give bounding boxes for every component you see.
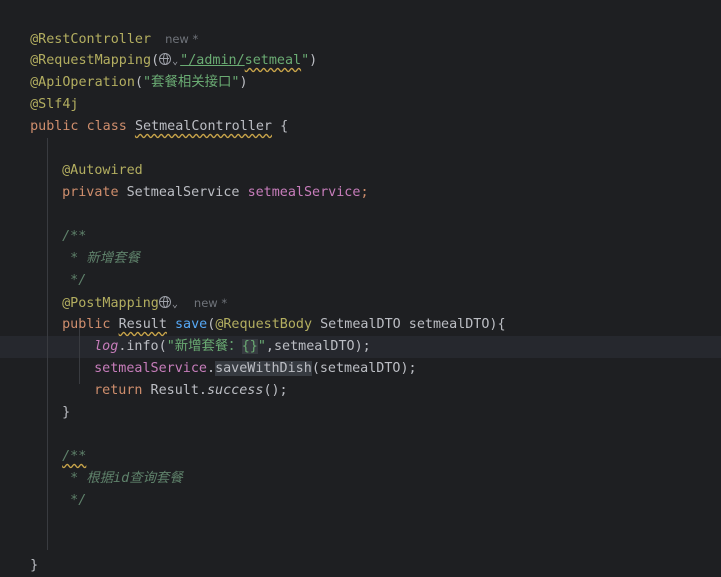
code-line[interactable]: * 新增套餐: [46, 226, 140, 266]
code-line[interactable]: /**: [46, 424, 86, 464]
code-line[interactable]: private SetmealService setmealService;: [46, 160, 368, 200]
javadoc-close: */: [62, 493, 87, 508]
service-args: (setmealDTO);: [311, 361, 417, 376]
success-method[interactable]: success: [207, 383, 263, 398]
code-line[interactable]: public class SetmealController {: [14, 94, 288, 134]
keyword-private: private: [62, 185, 119, 200]
return-expr: Result.: [142, 383, 207, 398]
code-line[interactable]: log.info("新增套餐：{}",setmealDTO);: [78, 314, 371, 354]
mapping-path-quote: ": [301, 53, 310, 68]
semicolon: ;: [360, 185, 369, 200]
field-name[interactable]: setmealService: [248, 185, 361, 200]
code-line[interactable]: @ApiOperation("套餐相关接口"): [14, 50, 247, 90]
code-line[interactable]: */: [46, 468, 86, 508]
keyword-return: return: [94, 383, 143, 398]
code-line[interactable]: setmealService.saveWithDish(setmealDTO);: [78, 336, 417, 376]
paren: (: [134, 75, 143, 90]
paren: ): [309, 53, 318, 68]
open-brace: {: [280, 119, 289, 134]
paren: ): [239, 75, 248, 90]
close-brace: }: [62, 405, 71, 420]
code-line[interactable]: @PostMapping ⌄ new *: [46, 270, 227, 311]
class-close-brace: }: [30, 558, 39, 573]
return-expr-end: ();: [263, 383, 288, 398]
class-name[interactable]: SetmealController: [135, 119, 272, 134]
keyword-public: public: [30, 119, 79, 134]
code-line[interactable]: /**: [46, 204, 86, 244]
api-value-string: "套餐相关接口": [143, 75, 240, 90]
code-line[interactable]: @Autowired: [46, 138, 143, 178]
field-type: SetmealService: [126, 185, 240, 200]
keyword-class: class: [86, 119, 127, 134]
code-line[interactable]: * 根据id查询套餐: [46, 446, 183, 486]
code-line[interactable]: @RestController new *: [14, 6, 198, 47]
code-line[interactable]: @RequestMapping(⌄ "/admin/setmeal"): [14, 28, 317, 68]
code-line[interactable]: */: [46, 248, 86, 288]
code-line[interactable]: return Result.success();: [78, 358, 288, 398]
code-line[interactable]: }: [14, 533, 38, 573]
code-line[interactable]: public Result save(@RequestBody SetmealD…: [46, 292, 505, 332]
code-line[interactable]: }: [46, 380, 70, 420]
mapping-path-word[interactable]: setmeal: [245, 53, 301, 68]
code-line[interactable]: @Slf4j: [14, 72, 78, 112]
